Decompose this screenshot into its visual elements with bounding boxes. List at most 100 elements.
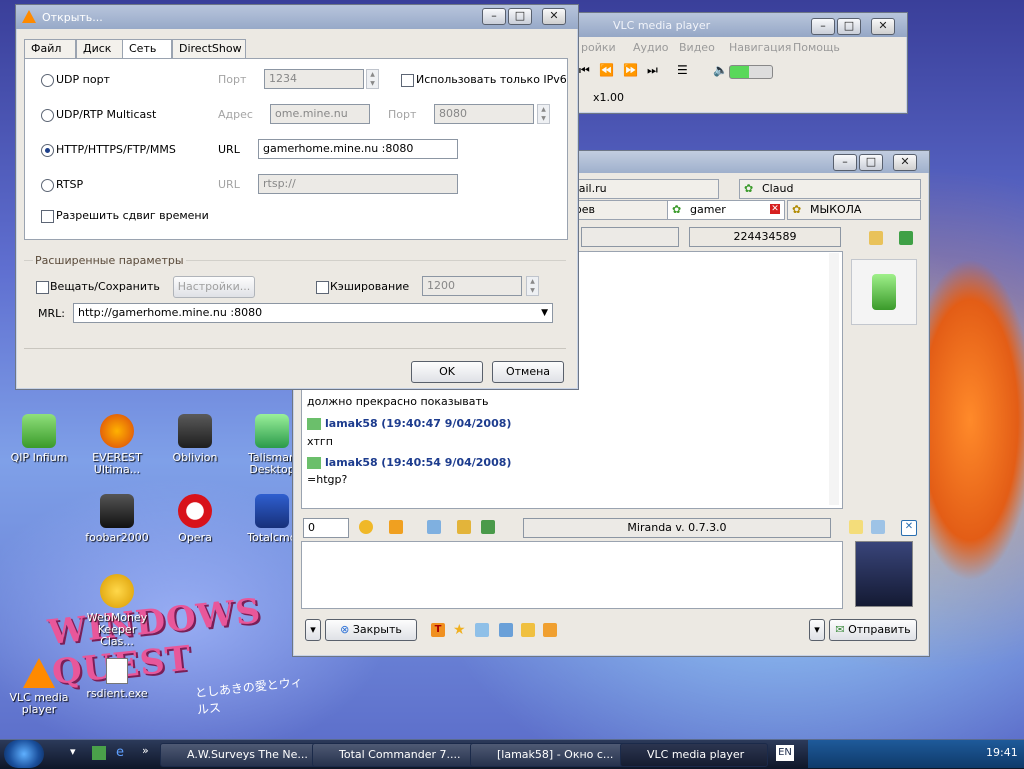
send-button[interactable]: ✉ Отправить: [829, 619, 917, 641]
open-dialog[interactable]: Открыть... – □ ✕ Файл Диск Сеть DirectSh…: [15, 4, 579, 390]
desktop-icon-qip[interactable]: QIP Infium: [3, 414, 75, 464]
volume-slider[interactable]: [729, 65, 773, 79]
desktop-icon-oblivion[interactable]: Oblivion: [159, 414, 231, 464]
message-input[interactable]: [301, 541, 843, 609]
close-tab-icon[interactable]: ✕: [901, 520, 917, 536]
minimize-button[interactable]: –: [811, 18, 835, 35]
multicast-addr-field[interactable]: ome.mine.nu: [270, 104, 370, 124]
dialog-titlebar[interactable]: Открыть... – □ ✕: [16, 5, 578, 29]
caching-checkbox[interactable]: [316, 281, 329, 294]
rtsp-label: RTSP: [56, 178, 84, 191]
menu-audio[interactable]: Аудио: [633, 41, 669, 54]
smiley-panel-icon[interactable]: [543, 623, 557, 637]
multicast-radio[interactable]: [41, 109, 54, 122]
save-icon[interactable]: [481, 520, 495, 534]
close-button[interactable]: ✕: [542, 8, 566, 25]
taskbar-item-chat[interactable]: [lamak58] - Окно с...: [470, 743, 638, 767]
quicklaunch-overflow-icon[interactable]: »: [142, 744, 149, 757]
minimize-button[interactable]: –: [482, 8, 506, 25]
maximize-button[interactable]: □: [859, 154, 883, 171]
close-button[interactable]: ✕: [871, 18, 895, 35]
rtsp-url-field[interactable]: rtsp://: [258, 174, 458, 194]
desktop-icon-opera[interactable]: Opera: [159, 494, 231, 544]
udp-radio[interactable]: [41, 74, 54, 87]
message-log-scrollbar[interactable]: [829, 253, 839, 505]
multicast-port-field[interactable]: 8080: [434, 104, 534, 124]
ok-button[interactable]: OK: [411, 361, 483, 383]
note-icon[interactable]: [849, 520, 863, 534]
skip-forward-icon[interactable]: ⏭: [647, 63, 658, 78]
tab-network[interactable]: Сеть: [122, 39, 172, 60]
tab-file[interactable]: Файл: [24, 39, 76, 58]
tab-directshow[interactable]: DirectShow: [172, 39, 246, 58]
text-format-icon[interactable]: T: [431, 623, 445, 637]
star-icon[interactable]: ★: [453, 623, 467, 637]
list-icon[interactable]: [499, 623, 513, 637]
menu-settings[interactable]: ройки: [581, 41, 616, 54]
menu-video[interactable]: Видео: [679, 41, 715, 54]
rtsp-radio[interactable]: [41, 179, 54, 192]
tab-disc[interactable]: Диск: [76, 39, 124, 58]
history-folder-icon[interactable]: [899, 231, 913, 245]
caching-field[interactable]: 1200: [422, 276, 522, 296]
multicast-port-label: Порт: [388, 108, 417, 121]
taskbar-item-vlc[interactable]: VLC media player: [620, 743, 768, 767]
close-chat-button[interactable]: ⊗ Закрыть: [325, 619, 417, 641]
vlc-main-titlebar[interactable]: VLC media player – □ ✕: [573, 13, 907, 37]
chat-tab-mykola[interactable]: ✿ МЫКОЛА: [787, 200, 921, 220]
udp-port-spinner[interactable]: ▲ ▼: [366, 69, 379, 89]
vlc-main-window[interactable]: VLC media player – □ ✕ ройки Аудио Видео…: [572, 12, 908, 114]
tab-close-icon[interactable]: ✕: [770, 204, 780, 214]
maximize-button[interactable]: □: [508, 8, 532, 25]
close-button[interactable]: ✕: [893, 154, 917, 171]
skip-back-icon[interactable]: ⏮: [579, 63, 590, 78]
caching-spinner[interactable]: ▲ ▼: [526, 276, 539, 296]
language-indicator[interactable]: EN: [776, 745, 794, 761]
rewind-icon[interactable]: ⏪: [599, 63, 614, 77]
qip-quicklaunch-icon[interactable]: [92, 746, 106, 760]
clock[interactable]: 19:41: [986, 746, 1018, 759]
show-desktop-icon[interactable]: ▾: [70, 745, 76, 758]
window-icon[interactable]: [871, 520, 885, 534]
udp-port-field[interactable]: 1234: [264, 69, 364, 89]
user-details-icon[interactable]: [869, 231, 883, 245]
taskbar-item-firefox[interactable]: A.W.Surveys The Ne...: [160, 743, 330, 767]
mrl-combobox[interactable]: http://gamerhome.mine.nu :8080 ▼: [73, 303, 553, 323]
http-url-field[interactable]: gamerhome.mine.nu :8080: [258, 139, 458, 159]
maximize-button[interactable]: □: [837, 18, 861, 35]
smiley-icon[interactable]: [359, 520, 373, 534]
desktop-icon-everest[interactable]: EVEREST Ultima...: [81, 414, 153, 476]
chat-tab-mailru[interactable]: mail.ru: [563, 179, 719, 199]
ipv6-checkbox[interactable]: [401, 74, 414, 87]
menu-help[interactable]: Помощь: [793, 41, 840, 54]
ie-quicklaunch-icon[interactable]: e: [116, 745, 124, 760]
volume-icon[interactable]: 🔈: [713, 63, 728, 77]
add-contact-icon[interactable]: [427, 520, 441, 534]
contact-card-icon[interactable]: [475, 623, 489, 637]
desktop-icon-vlc[interactable]: VLC media player: [3, 658, 75, 716]
history-icon[interactable]: [457, 520, 471, 534]
chevron-down-icon[interactable]: ▼: [541, 304, 548, 322]
chat-tab-claud[interactable]: ✿ Claud: [739, 179, 921, 199]
stream-save-checkbox[interactable]: [36, 281, 49, 294]
desktop-icon-webmoney[interactable]: WebMoney Keeper Clas...: [81, 574, 153, 648]
playlist-icon[interactable]: ☰: [677, 63, 688, 77]
multicast-port-spinner[interactable]: ▲ ▼: [537, 104, 550, 124]
menu-dropdown-button[interactable]: ▾: [305, 619, 321, 641]
send-options-button[interactable]: ▾: [809, 619, 825, 641]
quote-icon[interactable]: [389, 520, 403, 534]
contact-info-left: [581, 227, 679, 247]
settings-button[interactable]: Настройки...: [173, 276, 255, 298]
cancel-button[interactable]: Отмена: [492, 361, 564, 383]
taskbar-item-totalcmd[interactable]: Total Commander 7....: [312, 743, 490, 767]
timeshift-checkbox[interactable]: [41, 210, 54, 223]
menu-navigation[interactable]: Навигация: [729, 41, 791, 54]
desktop-icon-rsdient[interactable]: rsdient.exe: [81, 658, 153, 700]
start-button[interactable]: [4, 740, 44, 768]
desktop-icon-foobar[interactable]: foobar2000: [81, 494, 153, 544]
minimize-button[interactable]: –: [833, 154, 857, 171]
template-icon[interactable]: [521, 623, 535, 637]
http-radio[interactable]: [41, 144, 54, 157]
chat-tab-gamer[interactable]: ✿ gamer ✕: [667, 200, 785, 220]
forward-icon[interactable]: ⏩: [623, 63, 638, 77]
